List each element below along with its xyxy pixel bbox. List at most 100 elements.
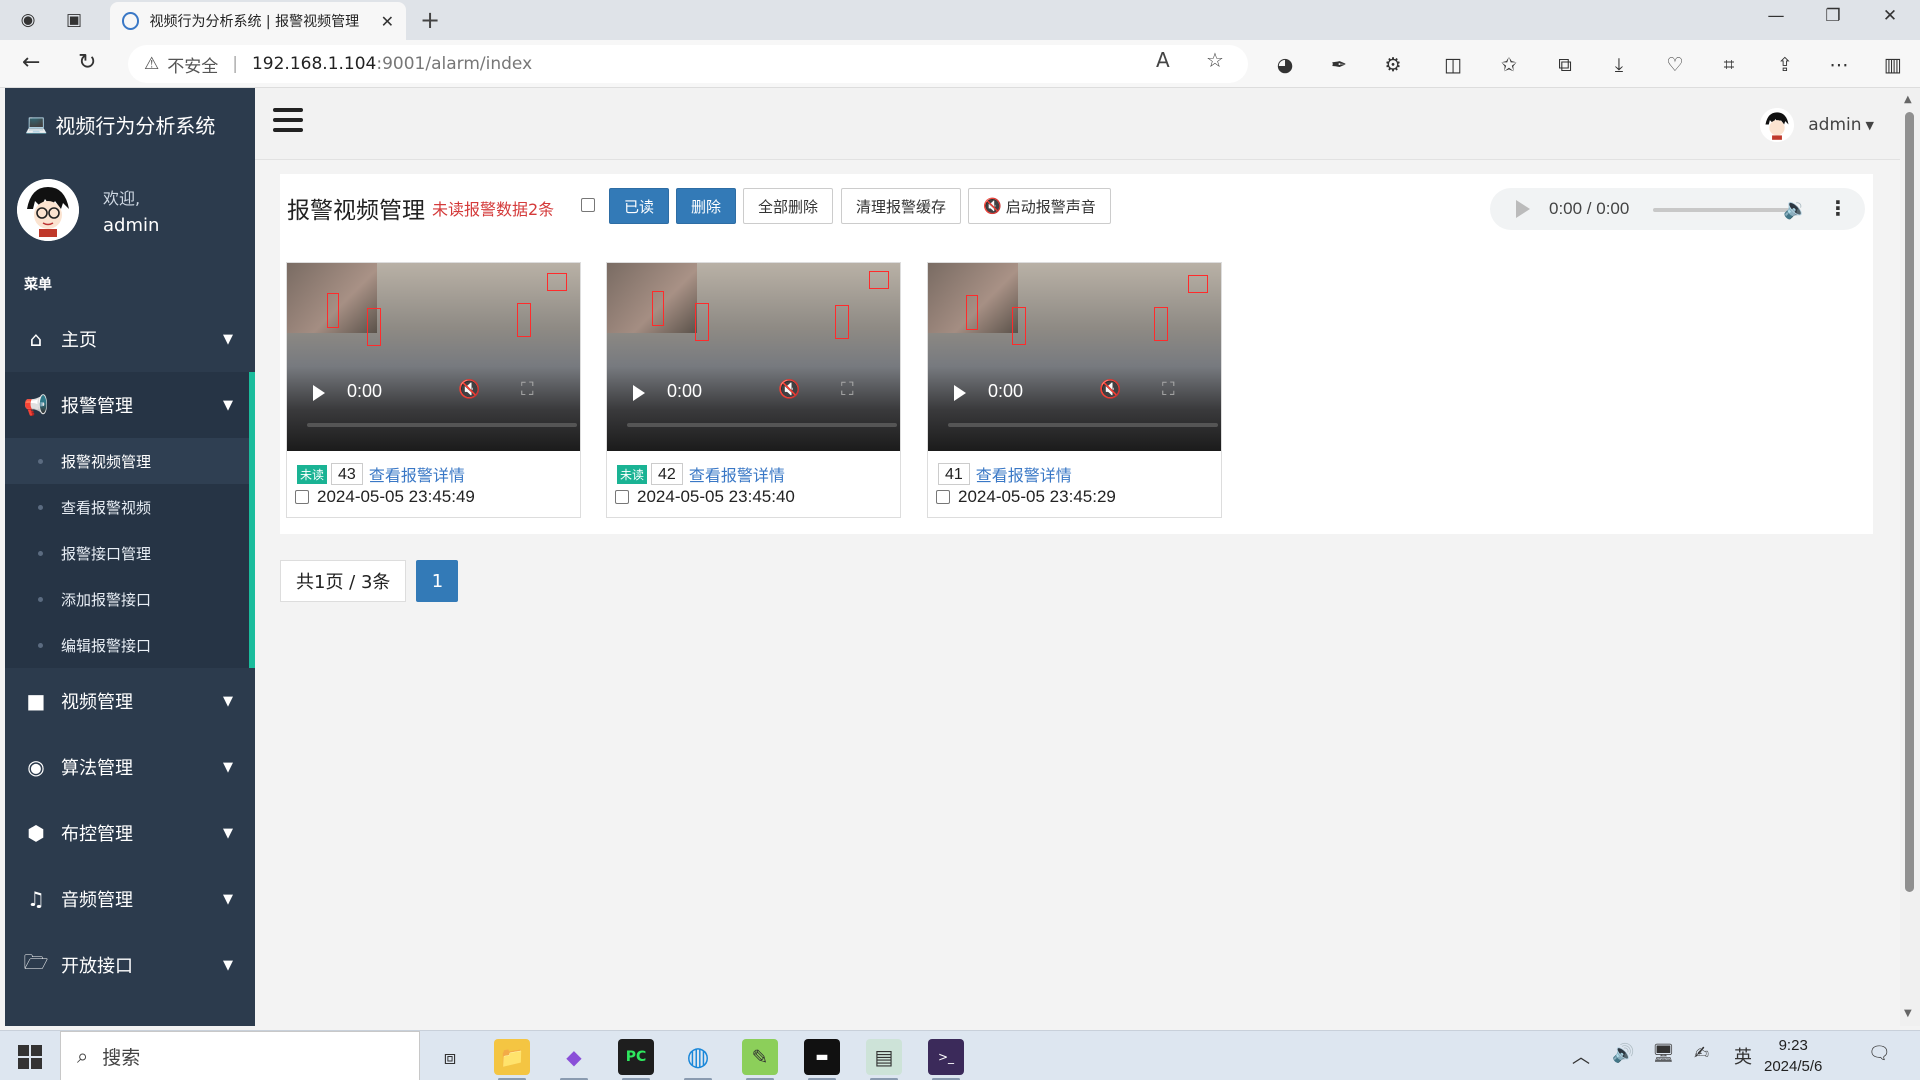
screenshot-icon[interactable]: ⌗ — [1716, 52, 1742, 78]
sidebar-toggle-icon[interactable]: ▥ — [1880, 52, 1906, 78]
sidebar-item-algorithm[interactable]: ◉ 算法管理 ▼ — [5, 734, 255, 800]
refresh-icon[interactable]: ↻ — [78, 50, 96, 75]
page-number-button[interactable]: 1 — [416, 560, 459, 602]
scrollbar-thumb[interactable] — [1905, 112, 1914, 892]
user-dropdown[interactable]: admin ▼ — [1760, 108, 1874, 142]
back-icon[interactable]: ← — [22, 50, 40, 75]
clear-cache-button[interactable]: 清理报警缓存 — [841, 188, 962, 224]
share-icon[interactable]: ⇪ — [1772, 52, 1798, 78]
terminal-icon[interactable]: ▬ — [804, 1039, 840, 1080]
taskbar-search[interactable]: ⌕ 搜索 — [60, 1031, 420, 1080]
split-screen-icon[interactable]: ◫ — [1440, 52, 1466, 78]
notification-icon[interactable]: 🗨 — [1868, 1043, 1891, 1064]
chevron-down-icon: ▼ — [223, 825, 233, 841]
taskbar-clock[interactable]: 9:23 2024/5/6 — [1764, 1035, 1822, 1077]
ime-indicator[interactable]: 英 — [1734, 1043, 1752, 1069]
view-alarm-detail-link[interactable]: 查看报警详情 — [369, 462, 465, 486]
fullscreen-icon[interactable]: ⛶ — [521, 379, 534, 400]
collections-icon[interactable]: ⧉ — [1552, 52, 1578, 78]
fullscreen-icon[interactable]: ⛶ — [1162, 379, 1175, 400]
mute-icon[interactable]: 🔇 — [778, 379, 800, 400]
read-aloud-icon[interactable]: A — [1156, 48, 1170, 72]
video-progress-bar[interactable] — [627, 423, 897, 427]
windows-start-icon[interactable] — [18, 1045, 42, 1069]
browser-tabbar: ◉ ▣ 视频行为分析系统 | 报警视频管理 ✕ + — ❐ ✕ — [0, 0, 1920, 40]
sidebar-item-audio[interactable]: ♫ 音频管理 ▼ — [5, 866, 255, 932]
pycharm-icon[interactable]: PC — [618, 1039, 654, 1080]
delete-all-button[interactable]: 全部删除 — [743, 188, 834, 224]
sidebar-item-video[interactable]: ■ 视频管理 ▼ — [5, 668, 255, 734]
sidebar-item-deployment[interactable]: ⬢ 布控管理 ▼ — [5, 800, 255, 866]
favorite-star-icon[interactable]: ☆ — [1206, 48, 1224, 72]
more-menu-icon[interactable]: ⋯ — [1826, 52, 1852, 78]
video-progress-bar[interactable] — [948, 423, 1218, 427]
task-view-icon[interactable]: ⧈ — [432, 1039, 468, 1075]
tab-actions-icon[interactable]: ▣ — [60, 6, 88, 34]
audio-progress-bar[interactable] — [1653, 208, 1789, 212]
sidebar-subitem-alarm-interface-management[interactable]: 报警接口管理 — [5, 530, 249, 576]
play-icon[interactable] — [954, 385, 966, 401]
pen-icon[interactable]: ✍ — [1694, 1043, 1709, 1064]
file-explorer-icon[interactable]: 📁 — [494, 1039, 530, 1080]
sidebar-subitem-view-alarm-video[interactable]: 查看报警视频 — [5, 484, 249, 530]
tray-overflow-icon[interactable]: ︿ — [1572, 1043, 1590, 1069]
mark-read-button[interactable]: 已读 — [609, 188, 670, 224]
play-icon[interactable] — [633, 385, 645, 401]
alarm-audio-player[interactable]: 0:00 / 0:00 🔉 ⋮ — [1490, 188, 1865, 230]
network-icon[interactable]: 🖥 — [1652, 1043, 1675, 1064]
new-tab-icon[interactable]: + — [420, 6, 440, 34]
mute-icon[interactable]: 🔇 — [1099, 379, 1121, 400]
close-window-icon[interactable]: ✕ — [1870, 6, 1910, 26]
video-progress-bar[interactable] — [307, 423, 577, 427]
browser-tab-active[interactable]: 视频行为分析系统 | 报警视频管理 ✕ — [110, 2, 406, 40]
fullscreen-icon[interactable]: ⛶ — [841, 379, 854, 400]
close-tab-icon[interactable]: ✕ — [381, 12, 394, 31]
scroll-up-icon[interactable]: ▲ — [1904, 94, 1912, 105]
pen-extension-icon[interactable]: ✒ — [1326, 52, 1352, 78]
mute-icon[interactable]: 🔇 — [458, 379, 480, 400]
app-logo[interactable]: 💻 视频行为分析系统 — [5, 88, 255, 160]
downloads-icon[interactable]: ⤓ — [1606, 52, 1632, 78]
card-checkbox[interactable] — [615, 490, 629, 504]
sidebar-subitem-add-alarm-interface[interactable]: 添加报警接口 — [5, 576, 249, 622]
page-scrollbar[interactable]: ▲ ▼ — [1900, 88, 1920, 1026]
card-checkbox[interactable] — [295, 490, 309, 504]
window-app-icon[interactable]: ▤ — [866, 1039, 902, 1080]
scroll-down-icon[interactable]: ▼ — [1904, 1008, 1912, 1019]
delete-button[interactable]: 删除 — [676, 188, 737, 224]
hamburger-menu-icon[interactable] — [273, 108, 303, 138]
profile-icon[interactable]: ◉ — [14, 6, 42, 34]
enable-sound-button[interactable]: 🔇 启动报警声音 — [968, 188, 1111, 224]
sidebar-subitem-alarm-video-management[interactable]: 报警视频管理 — [5, 438, 249, 484]
volume-icon[interactable]: 🔉 — [1783, 196, 1808, 220]
alarm-video-player[interactable]: 0:00 🔇 ⛶ — [287, 263, 580, 451]
address-bar[interactable]: ⚠ 不安全 | 192.168.1.104 :9001/alarm/index — [128, 45, 1248, 83]
extensions-icon[interactable]: ⚙ — [1380, 52, 1406, 78]
view-alarm-detail-link[interactable]: 查看报警详情 — [689, 462, 785, 486]
play-icon[interactable] — [313, 385, 325, 401]
volume-icon[interactable]: 🔊 — [1612, 1043, 1634, 1064]
alarm-video-player[interactable]: 0:00 🔇 ⛶ — [607, 263, 900, 451]
more-options-icon[interactable]: ⋮ — [1828, 196, 1848, 220]
sidebar-item-open-api[interactable]: 🗁 开放接口 ▼ — [5, 932, 255, 998]
color-extension-icon[interactable]: ◕ — [1272, 52, 1298, 78]
sidebar-item-alarm[interactable]: 📢 报警管理 ▼ — [5, 372, 249, 438]
sidebar-subitem-edit-alarm-interface[interactable]: 编辑报警接口 — [5, 622, 249, 668]
edge-browser-icon[interactable]: ◍ — [680, 1039, 716, 1080]
play-icon[interactable] — [1516, 200, 1530, 218]
minimize-icon[interactable]: — — [1756, 6, 1796, 26]
visual-studio-icon[interactable]: ◆ — [556, 1039, 592, 1080]
view-alarm-detail-link[interactable]: 查看报警详情 — [976, 462, 1072, 486]
restore-icon[interactable]: ❐ — [1813, 6, 1853, 26]
favorites-icon[interactable]: ✩ — [1496, 52, 1522, 78]
alarm-video-player[interactable]: 0:00 🔇 ⛶ — [928, 263, 1221, 451]
powershell-icon[interactable]: >_ — [928, 1039, 964, 1080]
laptop-icon: 💻 — [25, 113, 48, 135]
performance-icon[interactable]: ♡ — [1662, 52, 1688, 78]
image-app-icon[interactable]: ✎ — [742, 1039, 778, 1080]
clock-time: 9:23 — [1778, 1037, 1808, 1054]
card-checkbox[interactable] — [936, 490, 950, 504]
sidebar-item-home[interactable]: ⌂ 主页 ▼ — [5, 306, 255, 372]
select-all-checkbox[interactable] — [581, 198, 595, 212]
url-path: :9001/alarm/index — [376, 54, 533, 74]
